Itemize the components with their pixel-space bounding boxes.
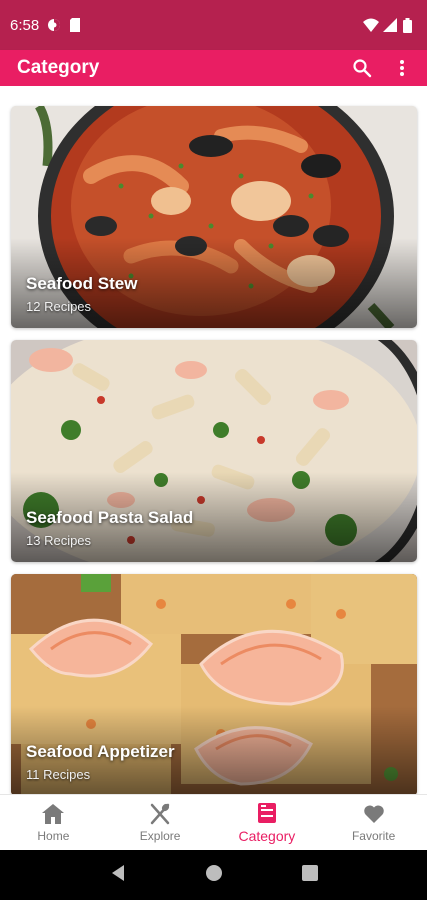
nav-favorite-label: Favorite — [351, 829, 396, 843]
category-card-seafood-pasta-salad[interactable]: Seafood Pasta Salad 13 Recipes — [11, 340, 417, 562]
category-icon — [255, 801, 279, 825]
wifi-icon — [363, 18, 379, 32]
utensils-icon — [148, 802, 172, 826]
system-navigation-bar — [0, 850, 427, 900]
home-icon — [41, 802, 65, 826]
category-card-seafood-appetizer[interactable]: Seafood Appetizer 11 Recipes — [11, 574, 417, 794]
category-title: Seafood Appetizer — [26, 742, 175, 761]
home-button-icon[interactable] — [205, 864, 223, 887]
battery-icon — [403, 18, 417, 33]
status-time: 6:58 — [10, 16, 40, 34]
nav-explore-label: Explore — [139, 829, 181, 843]
nav-favorite[interactable]: Favorite — [320, 795, 427, 850]
status-bar: 6:58 — [0, 0, 427, 50]
recents-icon[interactable] — [301, 864, 318, 886]
nav-home[interactable]: Home — [0, 795, 107, 850]
bottom-navigation: Home Explore Category Favorite — [0, 794, 427, 850]
page-title: Category — [17, 57, 100, 78]
back-icon[interactable] — [110, 864, 126, 887]
sim-card-icon — [69, 18, 83, 32]
more-vert-icon[interactable] — [391, 57, 413, 79]
nav-explore[interactable]: Explore — [107, 795, 214, 850]
signal-icon — [383, 18, 397, 32]
nav-category[interactable]: Category — [214, 795, 321, 850]
notification-icon — [47, 18, 61, 32]
category-title: Seafood Pasta Salad — [26, 508, 194, 527]
category-list: Seafood Stew 12 Recipes Seafood Pasta Sa… — [0, 86, 427, 794]
recipe-count: 11 Recipes — [26, 767, 91, 782]
nav-home-label: Home — [37, 829, 70, 843]
app-bar: Category — [0, 50, 427, 86]
category-card-seafood-stew[interactable]: Seafood Stew 12 Recipes — [11, 106, 417, 328]
nav-category-label: Category — [238, 828, 296, 844]
search-icon[interactable] — [351, 57, 373, 79]
recipe-count: 13 Recipes — [26, 533, 92, 548]
category-title: Seafood Stew — [26, 274, 138, 293]
recipe-count: 12 Recipes — [26, 299, 92, 314]
heart-icon — [362, 802, 386, 826]
